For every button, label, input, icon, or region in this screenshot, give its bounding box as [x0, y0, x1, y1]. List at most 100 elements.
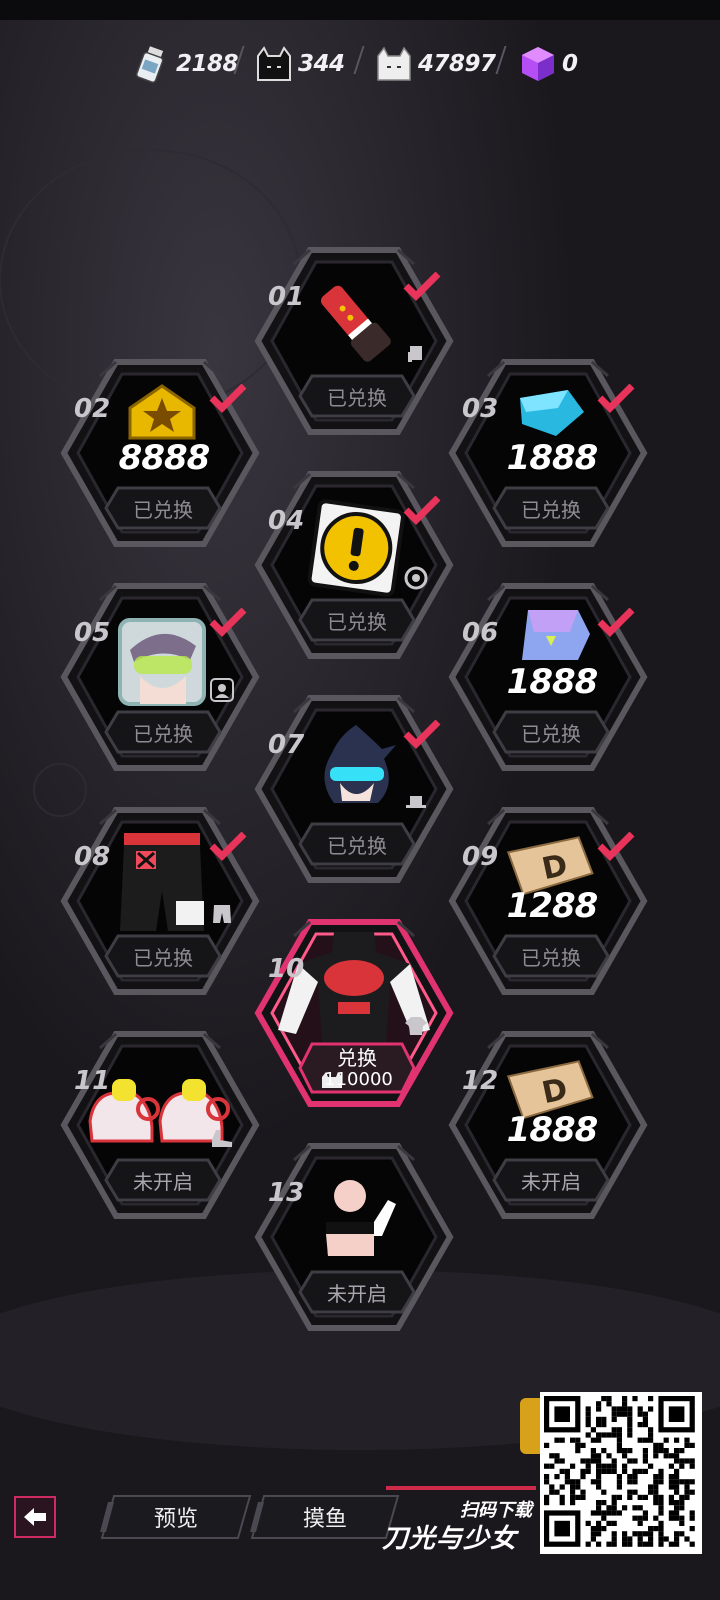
- status-button[interactable]: 未开启: [104, 1158, 222, 1202]
- reward-node-04[interactable]: 04 已兑换: [254, 468, 454, 662]
- portrait-type-icon: [210, 678, 234, 702]
- currency-white-cat: 47897: [374, 38, 496, 90]
- status-label: 已兑换: [521, 721, 581, 746]
- check-icon: [208, 383, 248, 418]
- status-label: 已兑换: [327, 833, 387, 858]
- status-label: 已兑换: [327, 385, 387, 410]
- node-number: 05: [74, 618, 111, 648]
- pants-type-icon: [210, 902, 234, 926]
- qr-code: [540, 1392, 702, 1554]
- status-label: 已兑换: [521, 497, 581, 522]
- side-tab[interactable]: [520, 1398, 542, 1454]
- reward-node-02[interactable]: 02 8888 已兑换: [60, 356, 260, 550]
- reward-amount: 8888: [118, 438, 211, 478]
- preview-label: 预览: [153, 1507, 198, 1532]
- check-icon: [208, 607, 248, 642]
- status-label: 已兑换: [133, 497, 193, 522]
- check-icon: [596, 383, 636, 418]
- reward-node-08[interactable]: 08 已兑换: [60, 804, 260, 998]
- circle-type-icon: [404, 566, 428, 590]
- currency-value: 0: [562, 51, 578, 77]
- node-number: 12: [462, 1066, 499, 1096]
- status-label: 未开启: [133, 1169, 193, 1194]
- shoe-type-icon: [210, 1126, 234, 1150]
- status-label: 已兑换: [133, 945, 193, 970]
- currency-value: 2188: [176, 51, 239, 77]
- visor-hair-icon: [304, 722, 408, 826]
- status-button[interactable]: 已兑换: [492, 934, 610, 978]
- hat-type-icon: [404, 790, 428, 814]
- brand-logo: 扫码下载 刀光与少女: [378, 1486, 538, 1554]
- status-button[interactable]: 已兑换: [298, 598, 416, 642]
- reward-node-07[interactable]: 07 已兑换: [254, 692, 454, 886]
- check-icon: [208, 831, 248, 866]
- back-button[interactable]: [14, 1496, 56, 1538]
- status-button[interactable]: 已兑换: [104, 934, 222, 978]
- check-icon: [402, 271, 442, 306]
- status-label: 已兑换: [521, 945, 581, 970]
- node-number: 09: [462, 842, 499, 872]
- redeem-button[interactable]: 兑换 110000: [298, 1042, 416, 1094]
- black-cat-box-icon: [254, 44, 294, 84]
- status-bar: [0, 0, 720, 20]
- reward-node-06[interactable]: 06 1888 已兑换: [448, 580, 648, 774]
- reward-node-01[interactable]: 01 已兑换: [254, 244, 454, 438]
- status-label: 已兑换: [327, 609, 387, 634]
- redeem-cost: 110000: [324, 1068, 393, 1090]
- node-number: 08: [74, 842, 111, 872]
- reward-node-10[interactable]: 10 兑换 110000: [254, 916, 454, 1110]
- reward-node-12[interactable]: D 12 1888 未开启: [448, 1028, 648, 1222]
- red-shorts-icon: [110, 833, 214, 938]
- status-button[interactable]: 已兑换: [492, 486, 610, 530]
- status-button[interactable]: 未开启: [298, 1270, 416, 1314]
- node-number: 13: [268, 1178, 305, 1208]
- node-number: 04: [268, 506, 305, 536]
- arrow-left-icon: [24, 1508, 46, 1526]
- reward-amount: 1888: [506, 662, 599, 702]
- preview-button[interactable]: 预览: [100, 1494, 252, 1540]
- avatar-portrait-icon: [110, 610, 214, 714]
- currency-value: 344: [298, 51, 345, 77]
- node-number: 02: [74, 394, 111, 424]
- currency-bottle: 2188: [132, 38, 239, 90]
- reward-node-13[interactable]: 13 未开启: [254, 1140, 454, 1334]
- reward-node-03[interactable]: 03 1888 已兑换: [448, 356, 648, 550]
- status-button[interactable]: 已兑换: [298, 822, 416, 866]
- status-button[interactable]: 已兑换: [104, 710, 222, 754]
- currency-value: 47897: [418, 51, 496, 77]
- status-button[interactable]: 已兑换: [492, 710, 610, 754]
- shirt-type-icon: [404, 1014, 428, 1038]
- status-button[interactable]: 未开启: [492, 1158, 610, 1202]
- reward-amount: 1288: [506, 886, 599, 926]
- currency-crystal: 0: [518, 38, 578, 90]
- node-number: 07: [268, 730, 305, 760]
- check-icon: [596, 831, 636, 866]
- pose-icon: [304, 1170, 408, 1274]
- reward-node-05[interactable]: 05 已兑换: [60, 580, 260, 774]
- check-icon: [402, 719, 442, 754]
- status-button[interactable]: 已兑换: [104, 486, 222, 530]
- node-number: 11: [74, 1066, 111, 1096]
- node-number: 10: [268, 954, 305, 984]
- brand-name: 刀光与少女: [382, 1524, 518, 1554]
- node-number: 03: [462, 394, 499, 424]
- status-label: 未开启: [521, 1169, 581, 1194]
- glove-type-icon: [404, 342, 428, 366]
- node-number: 01: [268, 282, 305, 312]
- check-icon: [402, 495, 442, 530]
- reward-amount: 1888: [506, 1110, 599, 1150]
- currency-black-cat: 344: [254, 38, 345, 90]
- exclamation-frame-icon: [304, 498, 408, 602]
- red-glove-icon: [304, 274, 408, 378]
- node-number: 06: [462, 618, 499, 648]
- purple-cube-icon: [518, 44, 558, 84]
- milk-bottle-icon: [132, 44, 172, 84]
- reward-node-09[interactable]: D 09 1288 已兑换: [448, 804, 648, 998]
- reward-amount: 1888: [506, 438, 599, 478]
- status-button[interactable]: 已兑换: [298, 374, 416, 418]
- status-label: 未开启: [327, 1281, 387, 1306]
- check-icon: [596, 607, 636, 642]
- redeem-label: 兑换: [337, 1045, 377, 1070]
- white-cat-box-icon: [374, 44, 414, 84]
- reward-node-11[interactable]: 11 未开启: [60, 1028, 260, 1222]
